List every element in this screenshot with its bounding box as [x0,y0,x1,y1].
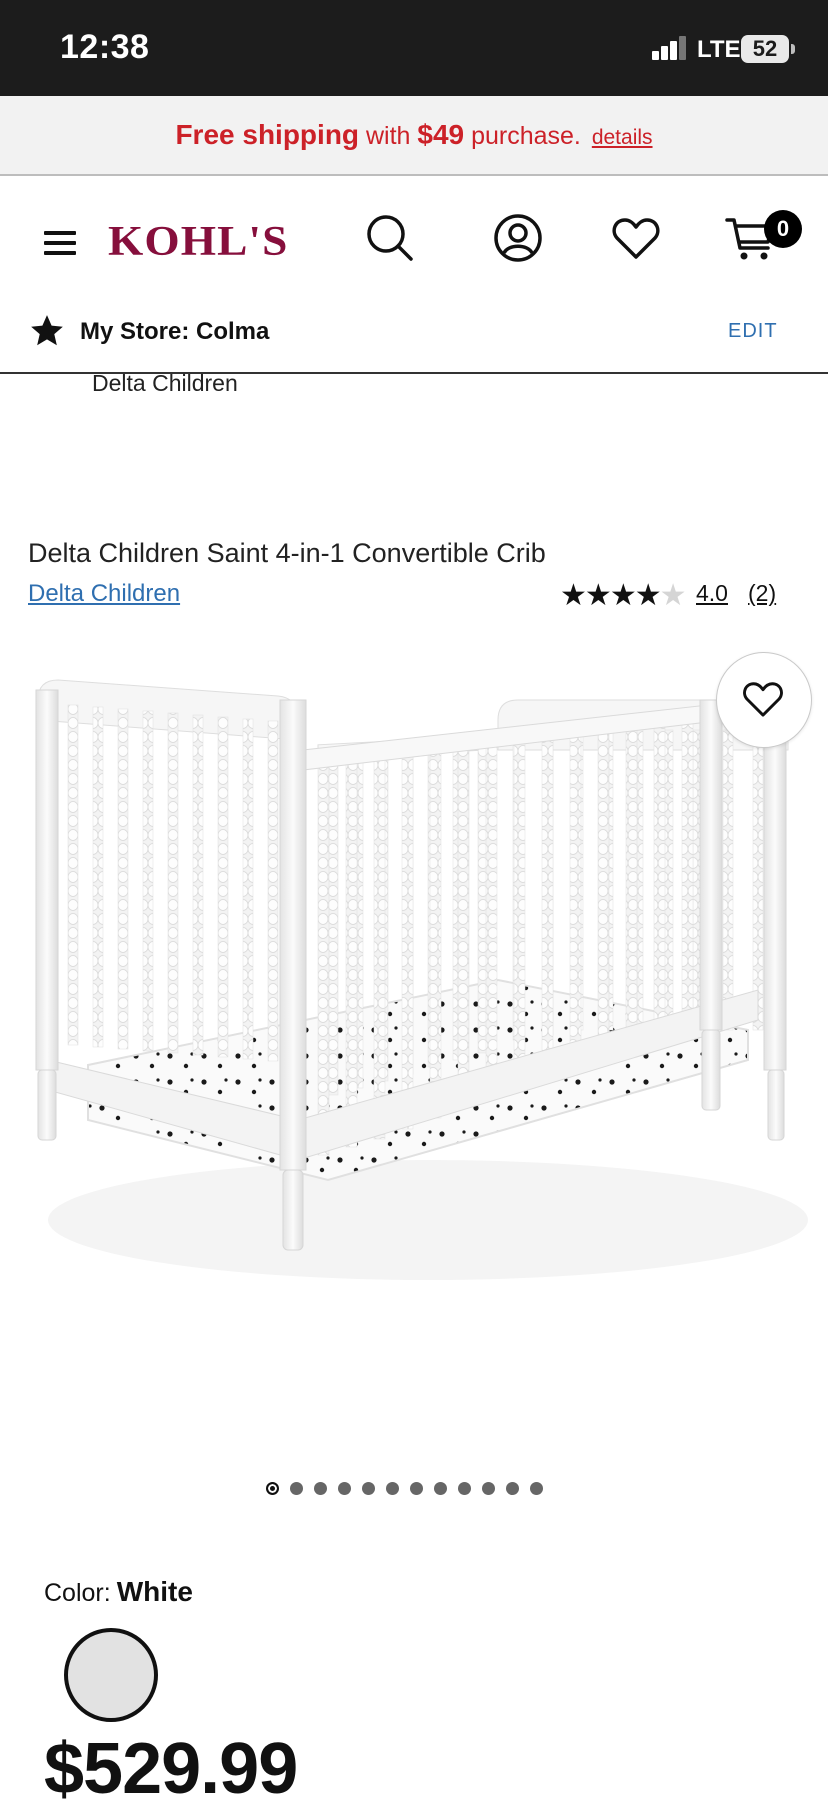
carousel-dot[interactable] [362,1482,375,1495]
status-bar: 12:38 LTE 52 [0,0,828,96]
promo-details-link[interactable]: details [592,126,653,149]
rating-star: ★ [634,579,662,612]
carousel-dot[interactable] [290,1482,303,1495]
product-title: Delta Children Saint 4-in-1 Convertible … [28,538,546,568]
carousel-dot[interactable] [530,1482,543,1495]
battery-icon: 52 [741,35,789,63]
signal-icon [652,36,688,60]
edit-store-link[interactable]: EDIT [728,320,778,343]
rating-star: ★ [659,579,687,612]
promo-lead: Free shipping [175,119,360,150]
promo-tail: purchase. [471,122,581,150]
carousel-dot[interactable] [482,1482,495,1495]
menu-icon[interactable] [44,229,76,257]
heart-icon[interactable] [610,212,662,264]
brand-link[interactable]: Delta Children [28,580,180,608]
cart-count-badge[interactable]: 0 [764,210,802,248]
rating-stars: ★★★★★ [560,578,687,613]
carousel-dot[interactable] [314,1482,327,1495]
search-icon[interactable] [364,212,416,264]
product-price: $529.99 [44,1729,298,1809]
my-store-label: My Store: Colma [80,318,270,345]
rating-score[interactable]: 4.0 [696,580,728,607]
carousel-dot[interactable] [410,1482,423,1495]
product-image[interactable] [28,660,808,1420]
carousel-dot[interactable] [338,1482,351,1495]
carousel-dot[interactable] [434,1482,447,1495]
promo-amount: $49 [417,119,465,150]
color-value: White [116,1576,193,1607]
carousel-dot[interactable] [266,1482,279,1495]
add-to-favorites-button[interactable] [716,652,812,748]
star-icon [28,312,66,350]
site-header: KOHL'S [0,176,828,296]
account-icon[interactable] [492,212,544,264]
color-swatch-white[interactable] [64,1628,158,1722]
rating-star: ★ [560,579,587,612]
color-selector-label: Color: White [44,1576,193,1608]
kohls-logo[interactable]: KOHL'S [108,218,288,266]
breadcrumb[interactable]: Delta Children [92,370,238,397]
my-store-bar: My Store: Colma EDIT [0,296,828,374]
rating-star: ★ [584,579,612,612]
carousel-dot[interactable] [506,1482,519,1495]
carousel-dot[interactable] [386,1482,399,1495]
promo-mid: with [365,122,411,150]
network-type: LTE [697,36,741,63]
carousel-dot[interactable] [458,1482,471,1495]
promo-banner: Free shipping with $49 purchase. details [0,96,828,176]
battery-tip [791,44,795,54]
rating-star: ★ [609,579,637,612]
status-time: 12:38 [60,28,150,66]
color-label: Color: [44,1579,111,1607]
review-count[interactable]: (2) [748,580,776,607]
